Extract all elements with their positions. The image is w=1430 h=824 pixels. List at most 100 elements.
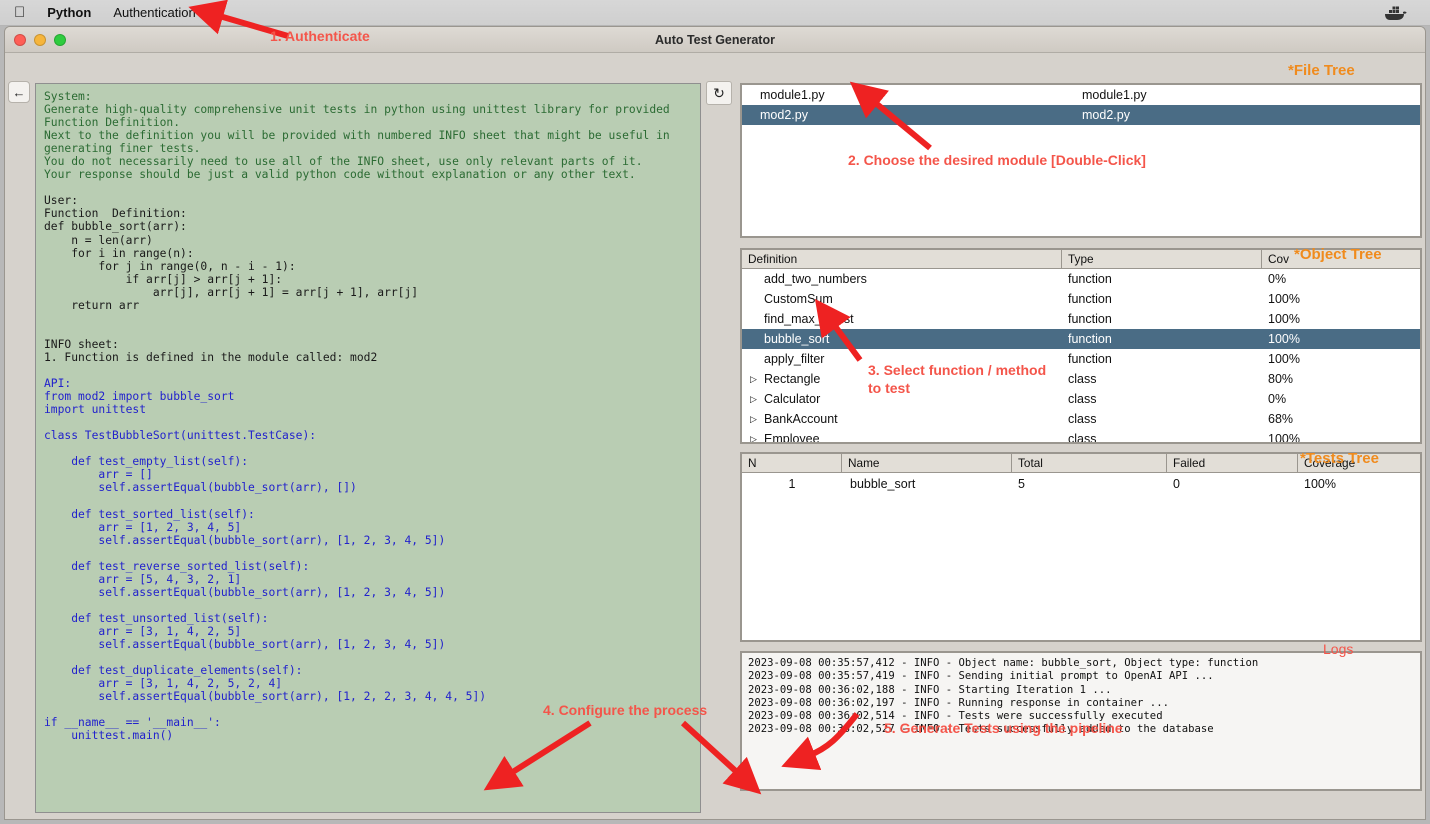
object-tree-row[interactable]: ▷ Rectangle class 80% xyxy=(742,369,1420,389)
code-line: generating finer tests. xyxy=(44,142,201,156)
tests-tree[interactable]: N Name Total Failed Coverage 1 bubble_sor… xyxy=(740,452,1422,642)
label-file-tree: *File Tree xyxy=(1288,62,1355,79)
log-line: 2023-09-08 00:35:57,419 - INFO - Sending… xyxy=(748,670,1214,683)
object-tree-row[interactable]: add_two_numbers function 0% xyxy=(742,269,1420,289)
code-line: def test_reverse_sorted_list(self): xyxy=(71,559,310,573)
object-definition: apply_filter xyxy=(742,352,1062,366)
code-line: Function Definition: xyxy=(44,207,187,221)
code-line: if __name__ == '__main__': xyxy=(44,716,221,730)
object-coverage: 68% xyxy=(1268,412,1294,426)
test-name: bubble_sort xyxy=(850,477,916,491)
object-definition: ▷ Rectangle xyxy=(742,372,1062,386)
code-line: def test_sorted_list(self): xyxy=(71,507,255,521)
object-type: function xyxy=(1068,332,1112,346)
column-header-name[interactable]: Name xyxy=(842,454,1012,472)
label-tests-tree: *Tests Tree xyxy=(1300,450,1379,467)
code-line: arr[j], arr[j + 1] = arr[j + 1], arr[j] xyxy=(152,285,419,299)
column-header-type[interactable]: Type xyxy=(1062,250,1262,268)
code-line: self.assertEqual(bubble_sort(arr), [1, 2… xyxy=(98,533,446,547)
prompt-code-panel[interactable]: System: Generate high-quality comprehens… xyxy=(35,83,701,813)
object-definition: CustomSum xyxy=(742,292,1062,306)
code-line: Function Definition. xyxy=(44,116,181,130)
log-line: 2023-09-08 00:36:02,188 - INFO - Startin… xyxy=(748,683,1112,696)
object-name: find_max_in_list xyxy=(764,312,854,326)
window-body: ← ↻ System: Generate high-quality compre… xyxy=(5,53,1425,819)
code-line: 1. Function is defined in the module cal… xyxy=(44,350,378,364)
object-coverage: 100% xyxy=(1268,332,1300,346)
expand-triangle-icon[interactable]: ▷ xyxy=(750,374,757,385)
expand-triangle-icon[interactable]: ▷ xyxy=(750,414,757,425)
object-type: function xyxy=(1068,272,1112,286)
code-line: self.assertEqual(bubble_sort(arr), [1, 2… xyxy=(98,637,446,651)
code-line: Your response should be just a valid pyt… xyxy=(44,168,636,182)
object-name: Employee xyxy=(764,432,820,444)
docker-whale-icon[interactable] xyxy=(1382,4,1408,22)
menubar-item-authentication[interactable]: Authentication xyxy=(113,5,195,20)
code-line: def test_duplicate_elements(self): xyxy=(71,664,303,678)
object-type: function xyxy=(1068,352,1112,366)
log-line: 2023-09-08 00:36:02,527 - INFO - Tests s… xyxy=(748,723,1214,736)
object-name: add_two_numbers xyxy=(764,272,867,286)
app-window: Auto Test Generator ← ↻ System: Generate… xyxy=(4,26,1426,820)
object-coverage: 80% xyxy=(1268,372,1294,386)
object-coverage: 100% xyxy=(1268,292,1300,306)
back-arrow-icon[interactable]: ← xyxy=(8,81,30,103)
file-path: mod2.py xyxy=(1082,108,1130,122)
object-definition: find_max_in_list xyxy=(742,312,1062,326)
object-tree-row[interactable]: ▷ Employee class 100% xyxy=(742,429,1420,444)
code-line: arr = [1, 2, 3, 4, 5] xyxy=(98,520,242,534)
object-type: class xyxy=(1068,392,1097,406)
file-tree-row[interactable]: module1.py module1.py xyxy=(742,85,1420,105)
object-name: Calculator xyxy=(764,392,821,406)
log-line: 2023-09-08 00:36:02,197 - INFO - Running… xyxy=(748,696,1169,709)
code-line: User: xyxy=(44,194,79,208)
object-tree[interactable]: Definition Type Cov add_two_numbers funct… xyxy=(740,248,1422,444)
object-name: CustomSum xyxy=(764,292,833,306)
file-path: module1.py xyxy=(1082,88,1147,102)
object-coverage: 100% xyxy=(1268,352,1300,366)
file-name: mod2.py xyxy=(760,108,808,122)
object-coverage: 0% xyxy=(1268,392,1287,406)
expand-triangle-icon[interactable]: ▷ xyxy=(750,434,757,443)
object-tree-row[interactable]: find_max_in_list function 100% xyxy=(742,309,1420,329)
object-tree-row[interactable]: ▷ BankAccount class 68% xyxy=(742,409,1420,429)
object-tree-row[interactable]: bubble_sort function 100% xyxy=(742,329,1420,349)
file-tree[interactable]: module1.py module1.py mod2.py mod2.py xyxy=(740,83,1422,238)
object-coverage: 0% xyxy=(1268,272,1287,286)
menubar-right-group xyxy=(1382,4,1416,22)
object-coverage: 100% xyxy=(1268,432,1300,444)
tests-tree-row[interactable]: 1 bubble_sort 5 0 100% xyxy=(742,473,1420,495)
code-line: for j in range(0, n - i - 1): xyxy=(98,259,296,273)
object-name: bubble_sort xyxy=(764,332,830,346)
log-line: 2023-09-08 00:36:02,514 - INFO - Tests w… xyxy=(748,710,1163,723)
expand-triangle-icon[interactable]: ▷ xyxy=(750,394,757,405)
object-tree-row[interactable]: CustomSum function 100% xyxy=(742,289,1420,309)
code-line: import unittest xyxy=(44,403,147,417)
object-name: apply_filter xyxy=(764,352,825,366)
object-tree-row[interactable]: apply_filter function 100% xyxy=(742,349,1420,369)
object-coverage: 100% xyxy=(1268,312,1300,326)
menubar-app-name[interactable]: Python xyxy=(47,5,91,20)
code-line: def test_unsorted_list(self): xyxy=(71,611,269,625)
refresh-icon[interactable]: ↻ xyxy=(706,81,732,105)
code-line: You do not necessarily need to use all o… xyxy=(44,155,643,169)
macos-menubar:  Python Authentication xyxy=(0,0,1430,26)
right-column: module1.py module1.py mod2.py mod2.py Defin… xyxy=(740,83,1422,791)
object-definition: add_two_numbers xyxy=(742,272,1062,286)
column-header-definition[interactable]: Definition xyxy=(742,250,1062,268)
logs-panel[interactable]: 2023-09-08 00:35:57,412 - INFO - Object … xyxy=(740,651,1422,791)
file-name: module1.py xyxy=(760,88,825,102)
object-tree-row[interactable]: ▷ Calculator class 0% xyxy=(742,389,1420,409)
column-header-n[interactable]: N xyxy=(742,454,842,472)
prompt-code-text: System: Generate high-quality comprehens… xyxy=(36,84,700,748)
object-definition: bubble_sort xyxy=(742,332,1062,346)
code-line: Generate high-quality comprehensive unit… xyxy=(44,103,670,117)
token-count-label: Token Count: 422 xyxy=(35,817,701,819)
code-line: class TestBubbleSort(unittest.TestCase): xyxy=(44,429,317,443)
code-line: arr = [3, 1, 4, 2, 5, 2, 4] xyxy=(98,677,283,691)
column-header-failed[interactable]: Failed xyxy=(1167,454,1298,472)
column-header-total[interactable]: Total xyxy=(1012,454,1167,472)
object-type: class xyxy=(1068,372,1097,386)
apple-logo-icon[interactable]:  xyxy=(14,5,25,20)
file-tree-row[interactable]: mod2.py mod2.py xyxy=(742,105,1420,125)
